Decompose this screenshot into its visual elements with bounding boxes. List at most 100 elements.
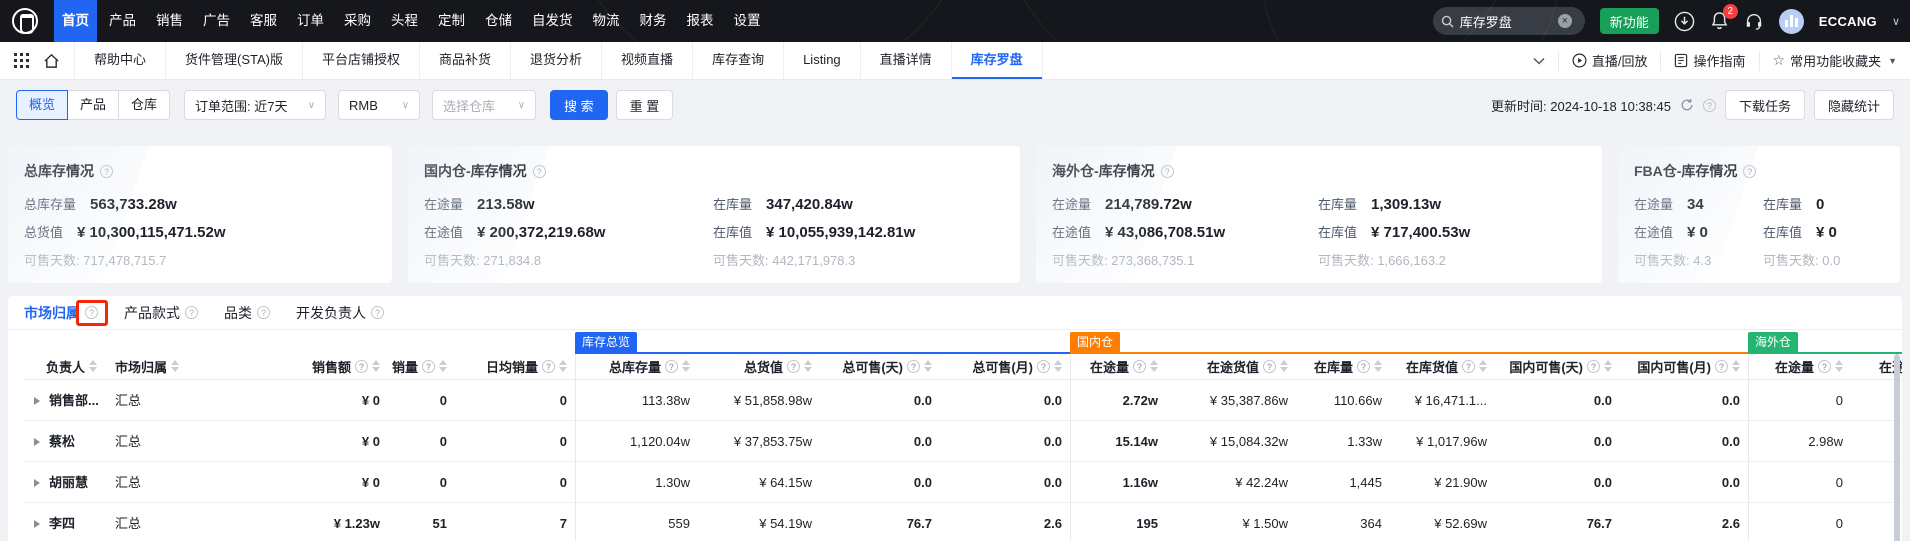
help-icon[interactable]: ? [1133, 360, 1146, 373]
download-icon[interactable] [1674, 11, 1695, 32]
help-icon[interactable]: ? [1161, 165, 1174, 178]
reset-button[interactable]: 重 置 [616, 90, 674, 120]
column-header-市场归属[interactable]: 市场归属 [108, 352, 226, 380]
topnav-item-财务[interactable]: 财务 [632, 0, 675, 42]
sort-carets-icon[interactable] [559, 360, 567, 372]
sort-carets-icon[interactable] [439, 360, 447, 372]
topnav-item-定制[interactable]: 定制 [430, 0, 473, 42]
hide-stats-button[interactable]: 隐藏统计 [1814, 90, 1894, 120]
table-row[interactable]: 销售部...汇总¥ 000113.38w¥ 51,858.98w0.00.02.… [24, 380, 1902, 421]
currency-select[interactable]: RMB ∨ [338, 90, 420, 120]
page-tab-货件管理(STA)版[interactable]: 货件管理(STA)版 [165, 42, 302, 79]
help-icon[interactable]: ? [355, 360, 368, 373]
sort-carets-icon[interactable] [804, 360, 812, 372]
sort-carets-icon[interactable] [1054, 360, 1062, 372]
topnav-item-产品[interactable]: 产品 [101, 0, 144, 42]
help-icon[interactable]: ? [185, 306, 198, 319]
help-icon[interactable]: ? [1357, 360, 1370, 373]
search-input[interactable] [1460, 14, 1552, 29]
download-tasks-button[interactable]: 下载任务 [1725, 90, 1805, 120]
search-button[interactable]: 搜 索 [550, 90, 608, 120]
topnav-item-物流[interactable]: 物流 [585, 0, 628, 42]
column-header-总可售(天)[interactable]: 总可售(天)? [820, 352, 940, 380]
user-avatar[interactable] [1779, 9, 1804, 34]
warehouse-select[interactable]: 选择仓库 ∨ [432, 90, 536, 120]
topnav-item-仓储[interactable]: 仓储 [477, 0, 520, 42]
topnav-item-销售[interactable]: 销售 [148, 0, 191, 42]
page-tab-库存罗盘[interactable]: 库存罗盘 [951, 42, 1043, 79]
vertical-scrollbar[interactable] [1894, 354, 1900, 541]
home-icon[interactable] [43, 53, 60, 69]
table-tab-市场归属[interactable]: 市场归属? [24, 303, 98, 323]
page-tab-平台店铺授权[interactable]: 平台店铺授权 [302, 42, 419, 79]
order-range-select[interactable]: 订单范围: 近7天 ∨ [184, 90, 326, 120]
column-header-在途量[interactable]: 在途量? [1748, 352, 1851, 380]
sort-carets-icon[interactable] [1150, 360, 1158, 372]
help-icon[interactable]: ? [665, 360, 678, 373]
column-header-在途量[interactable]: 在途量? [1070, 352, 1166, 380]
topnav-item-客服[interactable]: 客服 [242, 0, 285, 42]
app-logo[interactable] [12, 8, 38, 34]
sort-carets-icon[interactable] [682, 360, 690, 372]
help-icon[interactable]: ? [1715, 360, 1728, 373]
page-tab-Listing[interactable]: Listing [783, 42, 860, 79]
topnav-item-采购[interactable]: 采购 [336, 0, 379, 42]
help-icon[interactable]: ? [100, 165, 113, 178]
account-name[interactable]: ECCANG [1819, 14, 1877, 29]
refresh-icon[interactable] [1680, 98, 1694, 112]
table-tab-品类[interactable]: 品类? [224, 303, 270, 323]
topnav-item-设置[interactable]: 设置 [726, 0, 769, 42]
topnav-item-头程[interactable]: 头程 [383, 0, 426, 42]
expand-caret-icon[interactable] [34, 397, 40, 405]
page-tab-视频直播[interactable]: 视频直播 [601, 42, 692, 79]
sort-carets-icon[interactable] [1835, 360, 1843, 372]
page-tab-帮助中心[interactable]: 帮助中心 [74, 42, 165, 79]
topnav-item-首页[interactable]: 首页 [54, 0, 97, 42]
topnav-item-广告[interactable]: 广告 [195, 0, 238, 42]
sort-carets-icon[interactable] [1604, 360, 1612, 372]
view-seg-仓库[interactable]: 仓库 [118, 90, 170, 120]
help-icon[interactable]: ? [371, 306, 384, 319]
help-icon[interactable]: ? [1703, 99, 1716, 112]
column-header-在库量[interactable]: 在库量? [1296, 352, 1390, 380]
sort-carets-icon[interactable] [372, 360, 380, 372]
sort-carets-icon[interactable] [924, 360, 932, 372]
help-icon[interactable]: ? [787, 360, 800, 373]
table-row[interactable]: 胡丽慧汇总¥ 0001.30w¥ 64.15w0.00.01.16w¥ 42.2… [24, 462, 1902, 503]
app-grid-icon[interactable] [14, 53, 29, 68]
column-header-总库存量[interactable]: 总库存量? [575, 352, 698, 380]
column-header-国内可售(天)[interactable]: 国内可售(天)? [1495, 352, 1620, 380]
page-tab-商品补货[interactable]: 商品补货 [419, 42, 510, 79]
search-clear-icon[interactable]: × [1558, 14, 1572, 28]
headset-support-icon[interactable] [1744, 11, 1764, 31]
favorites-menu[interactable]: ☆ 常用功能收藏夹 ▼ [1759, 51, 1910, 71]
help-icon[interactable]: ? [1818, 360, 1831, 373]
topnav-item-自发货[interactable]: 自发货 [524, 0, 581, 42]
expand-caret-icon[interactable] [34, 438, 40, 446]
sort-carets-icon[interactable] [1479, 360, 1487, 372]
new-feature-button[interactable]: 新功能 [1600, 8, 1659, 34]
help-icon[interactable]: ? [1037, 360, 1050, 373]
help-icon[interactable]: ? [1462, 360, 1475, 373]
expand-caret-icon[interactable] [34, 520, 40, 528]
page-tab-直播详情[interactable]: 直播详情 [860, 42, 951, 79]
help-icon[interactable]: ? [542, 360, 555, 373]
page-tab-退货分析[interactable]: 退货分析 [510, 42, 601, 79]
table-tab-开发负责人[interactable]: 开发负责人? [296, 303, 384, 323]
tabs-overflow-chevron-icon[interactable] [1520, 51, 1558, 71]
help-icon[interactable]: ? [1587, 360, 1600, 373]
column-header-日均销量[interactable]: 日均销量? [455, 352, 575, 380]
table-row[interactable]: 李四汇总¥ 1.23w517559¥ 54.19w76.72.6195¥ 1.5… [24, 503, 1902, 541]
table-row[interactable]: 蔡松汇总¥ 0001,120.04w¥ 37,853.75w0.00.015.1… [24, 421, 1902, 462]
help-icon[interactable]: ? [257, 306, 270, 319]
global-search[interactable]: × [1433, 7, 1585, 35]
notification-bell-icon[interactable]: 2 [1710, 11, 1729, 31]
sort-carets-icon[interactable] [1374, 360, 1382, 372]
help-icon[interactable]: ? [1263, 360, 1276, 373]
column-header-在途货值[interactable]: 在途货值? [1166, 352, 1296, 380]
live-replay-link[interactable]: 直播/回放 [1558, 51, 1661, 71]
help-icon[interactable]: ? [1743, 165, 1756, 178]
column-header-总可售(月)[interactable]: 总可售(月)? [940, 352, 1070, 380]
topnav-item-报表[interactable]: 报表 [679, 0, 722, 42]
topnav-item-订单[interactable]: 订单 [289, 0, 332, 42]
